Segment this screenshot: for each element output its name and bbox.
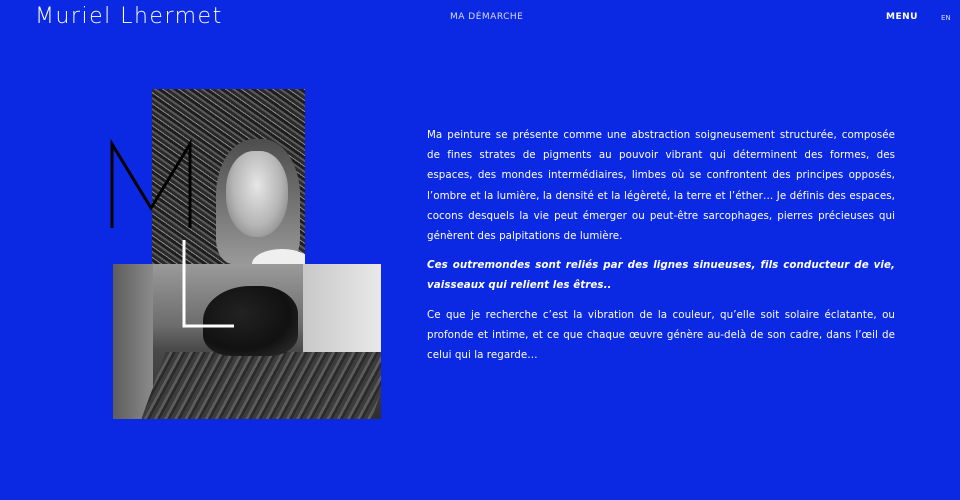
monogram-m [110,138,192,228]
statement-paragraph-1: Ma peinture se présente comme une abstra… [427,129,895,243]
language-switch-en[interactable]: EN [941,14,951,22]
nav-link-ma-demarche[interactable]: MA DÉMARCHE [450,12,523,22]
statement-quote: Ces outremondes sont reliés par des lign… [427,259,895,292]
studio-wall [303,264,381,354]
portrait-face [226,151,288,237]
studio-easel [113,264,153,419]
artist-studio-image [113,264,381,419]
menu-button[interactable]: MENU [886,12,918,22]
studio-canvas [140,352,381,419]
site-title[interactable]: Muriel Lhermet [35,2,223,32]
statement-paragraph-2: Ce que je recherche c’est la vibration d… [427,308,895,362]
monogram-l [182,240,234,328]
artist-statement: Ma peinture se présente comme une abstra… [427,125,895,374]
